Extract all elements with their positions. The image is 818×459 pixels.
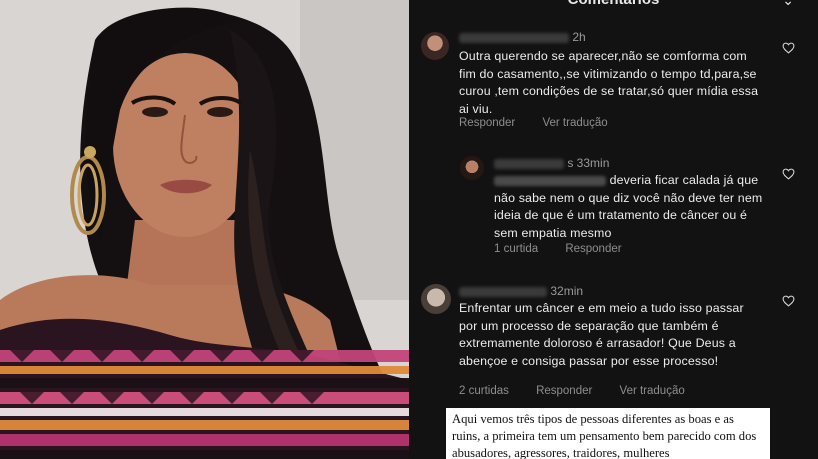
avatar[interactable]	[421, 32, 449, 60]
comment-text: Enfrentar um câncer e em meio a tudo iss…	[459, 301, 744, 368]
panel-title: Comentários	[409, 0, 818, 8]
comment-text: Outra querendo se aparecer,não se comfor…	[459, 49, 759, 116]
caption-box: Aqui vemos três tipos de pessoas diferen…	[446, 408, 770, 459]
chevron-down-icon[interactable]: ⌄	[782, 0, 794, 9]
reply-button[interactable]: Responder	[459, 117, 515, 129]
woman-portrait-image	[0, 0, 409, 459]
username-redacted	[494, 158, 564, 169]
comment-text: deveria ficar calada já que não sabe nem…	[494, 172, 766, 242]
comment-timestamp: s 33min	[567, 156, 610, 170]
mention-redacted	[494, 175, 606, 186]
profile-photo	[0, 0, 409, 459]
avatar[interactable]	[460, 156, 484, 180]
reply-button[interactable]: Responder	[536, 385, 592, 397]
comment-timestamp: 2h	[572, 30, 586, 44]
likes-count[interactable]: 1 curtida	[494, 243, 538, 255]
comment-timestamp: 32min	[550, 284, 584, 298]
username-redacted	[459, 32, 569, 43]
translate-button[interactable]: Ver tradução	[620, 385, 685, 397]
reply-button[interactable]: Responder	[565, 243, 621, 255]
avatar[interactable]	[421, 284, 451, 314]
username-redacted	[459, 286, 547, 297]
heart-icon[interactable]	[782, 168, 795, 180]
caption-text: Aqui vemos três tipos de pessoas diferen…	[452, 412, 757, 459]
likes-count[interactable]: 2 curtidas	[459, 385, 509, 397]
heart-icon[interactable]	[782, 42, 795, 54]
heart-icon[interactable]	[782, 295, 795, 307]
translate-button[interactable]: Ver tradução	[542, 117, 607, 129]
